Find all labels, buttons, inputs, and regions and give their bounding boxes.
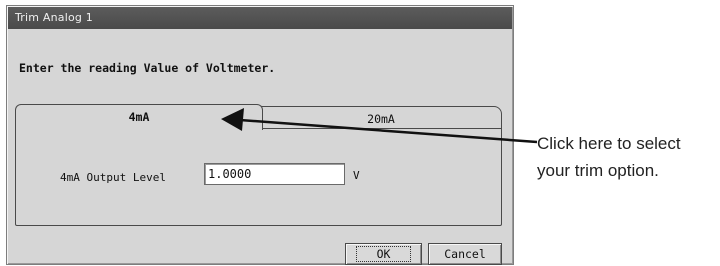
cancel-button[interactable]: Cancel bbox=[428, 243, 502, 265]
output-level-input[interactable] bbox=[204, 163, 345, 185]
unit-label: V bbox=[353, 169, 360, 182]
instruction-text: Enter the reading Value of Voltmeter. bbox=[19, 61, 276, 75]
tab-20ma[interactable]: 20mA bbox=[260, 106, 502, 130]
ok-button-label: OK bbox=[355, 246, 412, 262]
output-level-label: 4mA Output Level bbox=[60, 171, 166, 184]
tab-4ma[interactable]: 4mA bbox=[15, 104, 263, 130]
dialog-title: Trim Analog 1 bbox=[8, 7, 512, 29]
callout-line-1: Click here to select bbox=[537, 134, 681, 153]
ok-button[interactable]: OK bbox=[345, 243, 422, 265]
callout-line-2: your trim option. bbox=[537, 161, 659, 180]
callout-text: Click here to select your trim option. bbox=[537, 130, 720, 184]
